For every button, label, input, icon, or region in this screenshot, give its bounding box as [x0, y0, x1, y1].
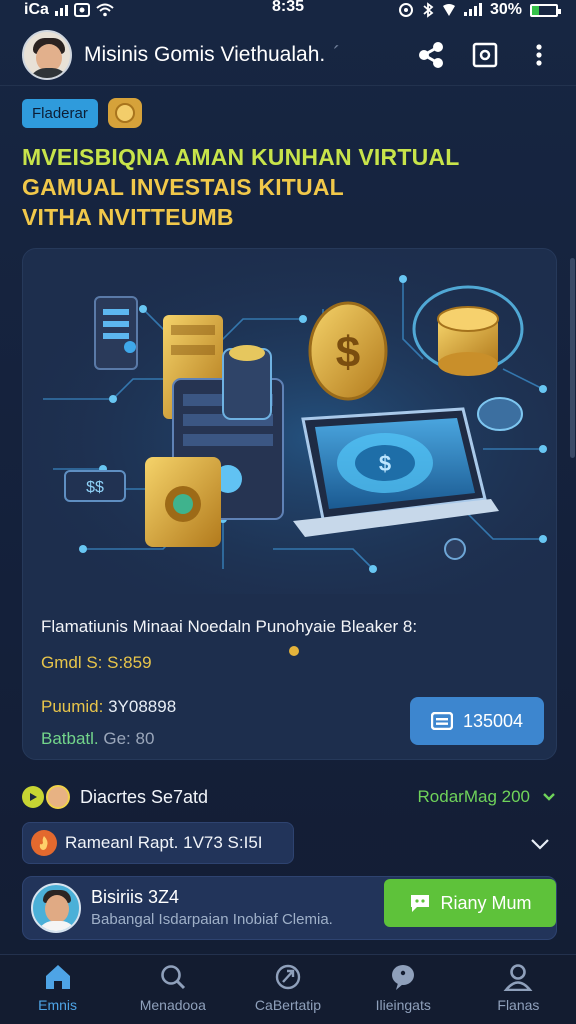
rocket-icon	[275, 964, 301, 990]
clock: 8:35	[271, 0, 305, 15]
price-button-label: 135004	[462, 710, 524, 731]
battery-level	[532, 5, 540, 15]
scan-button[interactable]	[470, 40, 500, 70]
section-header: Diacrtes Se7atd RodarMag 200	[22, 782, 556, 812]
card-stat-3: Batbatl. Ge: 80	[41, 729, 154, 749]
card-stat-2: Puumid: 3Y08898	[41, 697, 176, 717]
indicator-dot	[289, 646, 299, 656]
chat-icon	[392, 965, 415, 990]
nav-item-profile[interactable]: Flanas	[461, 955, 576, 1024]
promo-pill[interactable]: Rameanl Rapt. 1V73 S:I5I	[22, 822, 294, 864]
headline-line-1: MVEISBIQNA AMAN KUNHAN VIRTUAL	[22, 144, 460, 170]
bottom-nav: Emnis Menadooa CaBertatip Ilieingats Fla…	[0, 954, 576, 1024]
nav-item-messages[interactable]: Ilieingats	[346, 955, 461, 1024]
scrollbar-thumb[interactable]	[570, 258, 575, 458]
card-caption: Flamatiunis Minaai Noedaln Punohyaie Ble…	[41, 617, 418, 636]
nav-label-create: CaBertatip	[254, 997, 322, 1013]
nav-item-create[interactable]: CaBertatip	[230, 955, 345, 1024]
seller-name: Bisiriis 3Z4	[91, 887, 180, 907]
headline: MVEISBIQNA AMAN KUNHAN VIRTUAL GAMUAL IN…	[22, 142, 459, 232]
section-icons	[22, 785, 70, 809]
card-stat-1-value: S:859	[107, 653, 152, 672]
section-avatar	[46, 785, 70, 809]
share-button[interactable]	[416, 40, 446, 70]
battery-icon	[530, 3, 561, 17]
profile-icon	[503, 964, 533, 991]
nav-item-home[interactable]: Emnis	[0, 955, 115, 1024]
page-title-text: Misinis Gomis Viethualah.	[84, 42, 326, 66]
section-filter-label: RodarMag 200	[417, 787, 530, 806]
home-icon	[45, 965, 70, 989]
app-screen: iCa 8:35 30% Misinis Gomis Viethualah. ´…	[0, 0, 576, 1024]
profile-avatar[interactable]	[22, 29, 72, 80]
share-icon	[419, 41, 443, 68]
seller-card: Bisiriis 3Z4 Babangal Isdarpaian Inobiaf…	[22, 876, 557, 940]
svg-text:$$: $$	[86, 479, 104, 496]
price-button[interactable]: 135004	[410, 697, 544, 745]
nav-label-messages: Ilieingats	[375, 997, 431, 1013]
chat-button[interactable]: Riany Mum	[384, 879, 556, 927]
card-stat-2-value: 3Y08898	[108, 697, 177, 716]
more-menu-button[interactable]	[524, 40, 554, 70]
wallet-icon	[430, 712, 453, 730]
card-stat-3-label: Batbatl.	[41, 729, 104, 748]
section-title: Diacrtes Se7atd	[80, 786, 209, 807]
section-filter[interactable]: RodarMag 200	[418, 787, 556, 807]
search-icon	[160, 965, 185, 990]
hero-illustration: $ $ $$	[23, 249, 556, 594]
card-stat-1: Gmdl S: S:859	[41, 653, 152, 673]
badge-row: Fladerar	[22, 98, 142, 128]
headline-line-2: GAMUAL INVESTAIS KITUAL	[22, 174, 344, 200]
card-stat-2-label: Puumid:	[41, 697, 109, 716]
nav-label-search: Menadooa	[139, 997, 206, 1013]
svg-text:$: $	[379, 451, 391, 476]
more-vertical-icon	[536, 43, 542, 66]
app-header: Misinis Gomis Viethualah. ´	[0, 24, 576, 86]
svg-text:$: $	[336, 328, 360, 377]
status-bar: iCa 8:35 30%	[0, 0, 576, 20]
play-icon	[22, 786, 44, 808]
coin-icon	[107, 98, 142, 128]
scan-icon	[472, 42, 498, 67]
seller-avatar[interactable]	[31, 883, 81, 933]
flame-icon	[31, 830, 57, 856]
expand-chevron-icon[interactable]	[528, 832, 552, 856]
header-actions	[416, 40, 554, 70]
message-icon	[411, 895, 430, 912]
headline-line-3: VITHA NVITTEUMB	[22, 204, 234, 230]
promo-text: Rameanl Rapt. 1V73 S:I5I	[65, 833, 263, 852]
nav-item-search[interactable]: Menadooa	[115, 955, 230, 1024]
card-stat-1-label: Gmdl S:	[41, 653, 108, 672]
card-stat-3-value: Ge: 80	[103, 729, 155, 748]
seller-description: Babangal Isdarpaian Inobiaf Clemia.	[91, 911, 333, 928]
chat-button-label: Riany Mum	[440, 892, 532, 913]
nav-label-home: Emnis	[38, 997, 78, 1013]
page-title: Misinis Gomis Viethualah. ´	[84, 43, 340, 67]
product-card[interactable]: $ $ $$ Flamatiunis Minaai Noedaln Punohy…	[22, 248, 557, 760]
page-title-suffix: ´	[333, 42, 341, 66]
nav-label-profile: Flanas	[497, 997, 540, 1013]
chevron-down-icon	[543, 793, 555, 801]
featured-badge[interactable]: Fladerar	[22, 98, 98, 128]
